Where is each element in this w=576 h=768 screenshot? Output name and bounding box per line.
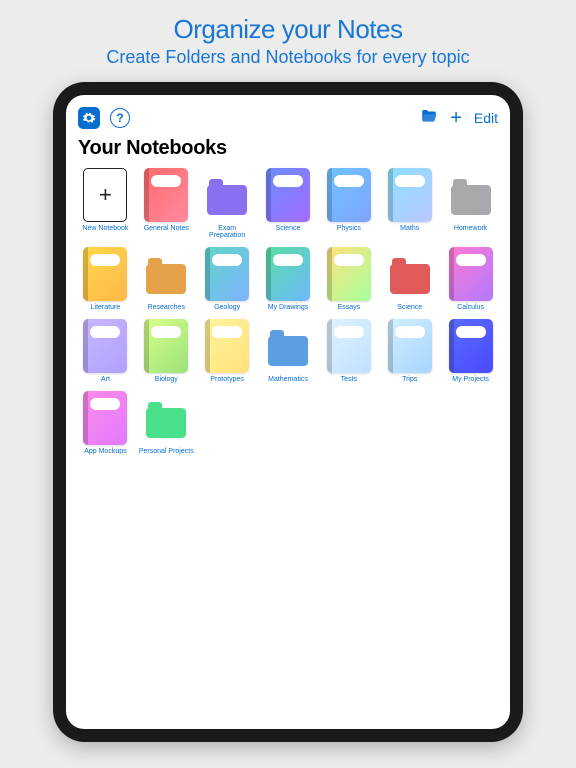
notebook-cover (83, 247, 127, 301)
notebook-item[interactable]: Literature (78, 247, 133, 311)
device-frame: ? + Edit Your Notebooks + New Notebook Gen… (53, 82, 523, 742)
marketing-title: Organize your Notes (0, 14, 576, 45)
folder-item[interactable]: Personal Projects (139, 391, 194, 455)
item-label: Mathematics (268, 376, 308, 383)
notebook-item[interactable]: Art (78, 319, 133, 383)
notebook-cover (83, 319, 127, 373)
notebook-item[interactable]: Trips (382, 319, 437, 383)
item-label: Science (276, 225, 301, 232)
item-label: My Drawings (268, 304, 308, 311)
notebook-cover (449, 247, 493, 301)
folder-icon (268, 336, 308, 366)
item-label: My Projects (452, 376, 489, 383)
plus-icon: + (83, 168, 127, 222)
add-button[interactable]: + (450, 108, 462, 128)
item-label: New Notebook (82, 225, 128, 232)
item-label: Researches (148, 304, 185, 311)
toolbar: ? + Edit (78, 105, 498, 131)
folder-icon (207, 185, 247, 215)
notebook-cover (388, 168, 432, 222)
marketing-header: Organize your Notes Create Folders and N… (0, 0, 576, 68)
item-label: Literature (91, 304, 121, 311)
folder-item[interactable]: Homework (443, 168, 498, 239)
item-label: Tests (341, 376, 357, 383)
item-label: Trips (402, 376, 417, 383)
item-label: Physics (337, 225, 361, 232)
item-label: Art (101, 376, 110, 383)
app-screen: ? + Edit Your Notebooks + New Notebook Gen… (66, 95, 510, 729)
folder-icon (390, 264, 430, 294)
item-label: Calculus (457, 304, 484, 311)
folder-icon (420, 107, 438, 125)
item-label: Essays (338, 304, 361, 311)
marketing-subtitle: Create Folders and Notebooks for every t… (0, 47, 576, 68)
folder-item[interactable]: Mathematics (261, 319, 316, 383)
notebook-cover (144, 168, 188, 222)
notebook-grid: + New Notebook General Notes Exam Preparati… (78, 168, 498, 455)
page-title: Your Notebooks (78, 137, 498, 160)
folder-open-button[interactable] (420, 107, 438, 130)
notebook-item[interactable]: General Notes (139, 168, 194, 239)
settings-button[interactable] (78, 107, 100, 129)
notebook-item[interactable]: Biology (139, 319, 194, 383)
question-mark-icon: ? (116, 111, 123, 125)
item-label: Science (397, 304, 422, 311)
notebook-cover (266, 247, 310, 301)
notebook-item[interactable]: My Drawings (261, 247, 316, 311)
notebook-cover (205, 247, 249, 301)
notebook-cover (83, 391, 127, 445)
notebook-cover (266, 168, 310, 222)
notebook-cover (388, 319, 432, 373)
new-notebook-item[interactable]: + New Notebook (78, 168, 133, 239)
folder-item[interactable]: Exam Preparation (200, 168, 255, 239)
notebook-item[interactable]: Prototypes (200, 319, 255, 383)
notebook-item[interactable]: Science (261, 168, 316, 239)
help-button[interactable]: ? (110, 108, 130, 128)
folder-icon (146, 264, 186, 294)
notebook-cover (449, 319, 493, 373)
item-label: Exam Preparation (200, 225, 255, 239)
notebook-item[interactable]: Maths (382, 168, 437, 239)
item-label: Maths (400, 225, 419, 232)
notebook-cover (144, 319, 188, 373)
item-label: Geology (214, 304, 240, 311)
folder-item[interactable]: Researches (139, 247, 194, 311)
item-label: Biology (155, 376, 178, 383)
notebook-item[interactable]: My Projects (443, 319, 498, 383)
notebook-item[interactable]: Essays (321, 247, 376, 311)
item-label: App Mockups (84, 448, 126, 455)
item-label: Personal Projects (139, 448, 194, 455)
edit-button[interactable]: Edit (474, 110, 498, 126)
folder-icon (451, 185, 491, 215)
item-label: Prototypes (210, 376, 243, 383)
folder-icon (146, 408, 186, 438)
item-label: Homework (454, 225, 487, 232)
item-label: General Notes (144, 225, 189, 232)
notebook-cover (327, 168, 371, 222)
notebook-item[interactable]: Tests (321, 319, 376, 383)
settings-icon (82, 111, 96, 125)
notebook-item[interactable]: Physics (321, 168, 376, 239)
notebook-cover (205, 319, 249, 373)
notebook-item[interactable]: Geology (200, 247, 255, 311)
notebook-cover (327, 319, 371, 373)
notebook-cover (327, 247, 371, 301)
notebook-item[interactable]: Calculus (443, 247, 498, 311)
folder-item[interactable]: Science (382, 247, 437, 311)
notebook-item[interactable]: App Mockups (78, 391, 133, 455)
